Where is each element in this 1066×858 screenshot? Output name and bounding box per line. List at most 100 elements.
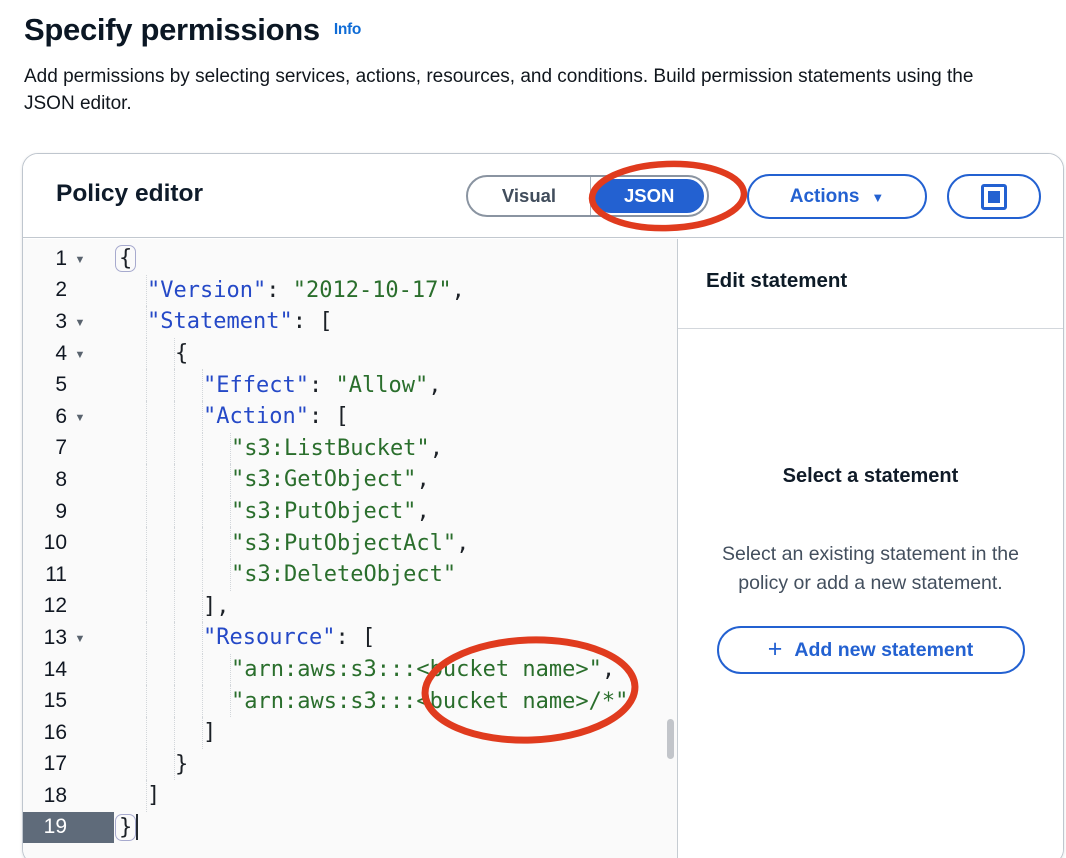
code-line-12[interactable]: 12], <box>23 591 677 623</box>
indent-guide <box>147 717 175 749</box>
code-line-17[interactable]: 17} <box>23 749 677 781</box>
token-pun: } <box>175 752 188 777</box>
token-pun: ], <box>203 594 230 619</box>
code-content: } <box>175 749 188 781</box>
indent-guide <box>203 559 231 591</box>
code-line-9[interactable]: 9"s3:PutObject", <box>23 496 677 528</box>
indent-guide <box>175 559 203 591</box>
policy-editor-title: Policy editor <box>56 180 203 208</box>
fold-arrow-icon[interactable]: ▼ <box>67 251 93 266</box>
caret-down-icon: ▼ <box>871 190 884 205</box>
code-line-16[interactable]: 16] <box>23 717 677 749</box>
code-text: { <box>114 243 132 275</box>
code-line-18[interactable]: 18] <box>23 780 677 812</box>
token-key: "Action" <box>203 404 309 429</box>
code-line-7[interactable]: 7"s3:ListBucket", <box>23 433 677 465</box>
fold-arrow-icon[interactable]: ▼ <box>67 409 93 424</box>
indent-guide <box>147 591 175 623</box>
indent-guide <box>147 369 175 401</box>
token-pun: ] <box>203 720 216 745</box>
token-pun: , <box>452 278 465 303</box>
line-number: 2 <box>23 278 67 302</box>
token-pun: : [ <box>309 404 349 429</box>
indent-guide <box>147 527 175 559</box>
indent-guide <box>119 433 147 465</box>
token-key: "Statement" <box>147 309 293 334</box>
line-number: 7 <box>23 436 67 460</box>
line-gutter: 10 <box>23 527 114 559</box>
code-content: ] <box>147 780 160 812</box>
code-text: ] <box>114 717 216 749</box>
code-line-8[interactable]: 8"s3:GetObject", <box>23 464 677 496</box>
line-gutter: 19 <box>23 812 114 844</box>
code-line-10[interactable]: 10"s3:PutObjectAcl", <box>23 527 677 559</box>
line-gutter: 12 <box>23 591 114 623</box>
maximize-icon <box>981 184 1007 210</box>
code-line-3[interactable]: 3▼"Statement": [ <box>23 306 677 338</box>
indent-guide <box>119 338 147 370</box>
panel-title: Edit statement <box>706 269 1063 293</box>
fold-arrow-icon[interactable]: ▼ <box>67 314 93 329</box>
token-str: "arn:aws:s3:::<bucket name>/*" <box>231 689 628 714</box>
code-line-14[interactable]: 14"arn:aws:s3:::<bucket name>", <box>23 654 677 686</box>
token-key: "Effect" <box>203 373 309 398</box>
editor-scrollbar[interactable] <box>667 719 674 759</box>
line-gutter: 18 <box>23 780 114 812</box>
code-text: } <box>114 749 188 781</box>
code-line-4[interactable]: 4▼{ <box>23 338 677 370</box>
empty-state-title: Select a statement <box>678 465 1063 488</box>
code-content: "Statement": [ <box>147 306 332 338</box>
indent-guide <box>147 464 175 496</box>
code-text: "Action": [ <box>114 401 349 433</box>
code-text: "Version": "2012-10-17", <box>114 275 465 307</box>
indent-guide <box>147 433 175 465</box>
code-line-6[interactable]: 6▼"Action": [ <box>23 401 677 433</box>
code-content: "Effect": "Allow", <box>203 369 441 401</box>
code-content: ], <box>203 591 230 623</box>
json-tab[interactable]: JSON <box>594 179 704 213</box>
token-pun: } <box>115 814 136 841</box>
token-pun: , <box>416 499 429 524</box>
fold-arrow-icon[interactable]: ▼ <box>67 630 93 645</box>
expand-button[interactable] <box>947 174 1041 219</box>
actions-button[interactable]: Actions ▼ <box>747 174 927 219</box>
fold-spacer <box>67 700 93 703</box>
json-code-editor[interactable]: 1▼{2"Version": "2012-10-17",3▼"Statement… <box>23 239 678 858</box>
code-text: "s3:GetObject", <box>114 464 430 496</box>
indent-guide <box>175 401 203 433</box>
code-line-19[interactable]: 19} <box>23 812 677 844</box>
line-number: 1 <box>23 247 67 271</box>
fold-spacer <box>67 573 93 576</box>
code-content: "s3:DeleteObject" <box>231 559 456 591</box>
line-number: 10 <box>23 531 67 555</box>
line-gutter: 1▼ <box>23 243 114 275</box>
visual-tab[interactable]: Visual <box>468 177 590 215</box>
line-gutter: 17 <box>23 749 114 781</box>
edit-statement-panel-header: Edit statement <box>678 239 1063 329</box>
fold-spacer <box>67 289 93 292</box>
code-line-11[interactable]: 11"s3:DeleteObject" <box>23 559 677 591</box>
indent-guide <box>119 527 147 559</box>
indent-guide <box>175 591 203 623</box>
line-gutter: 14 <box>23 654 114 686</box>
line-number: 14 <box>23 658 67 682</box>
empty-state-text: Select an existing statement in the poli… <box>697 540 1045 598</box>
code-content: "Action": [ <box>203 401 349 433</box>
add-new-statement-button[interactable]: + Add new statement <box>717 626 1025 674</box>
indent-guide <box>175 433 203 465</box>
fold-spacer <box>67 605 93 608</box>
page-title-text: Specify permissions <box>24 12 320 47</box>
code-text: ], <box>114 591 230 623</box>
code-text: "s3:DeleteObject" <box>114 559 456 591</box>
code-line-1[interactable]: 1▼{ <box>23 243 677 275</box>
code-line-5[interactable]: 5"Effect": "Allow", <box>23 369 677 401</box>
token-pun: : <box>309 373 336 398</box>
code-line-15[interactable]: 15"arn:aws:s3:::<bucket name>/*" <box>23 685 677 717</box>
code-line-13[interactable]: 13▼"Resource": [ <box>23 622 677 654</box>
line-number: 16 <box>23 721 67 745</box>
fold-arrow-icon[interactable]: ▼ <box>67 346 93 361</box>
info-link[interactable]: Info <box>334 21 361 38</box>
token-pun: ] <box>147 783 160 808</box>
code-lines: 1▼{2"Version": "2012-10-17",3▼"Statement… <box>23 243 677 843</box>
code-line-2[interactable]: 2 "Version": "2012-10-17", <box>23 275 677 307</box>
